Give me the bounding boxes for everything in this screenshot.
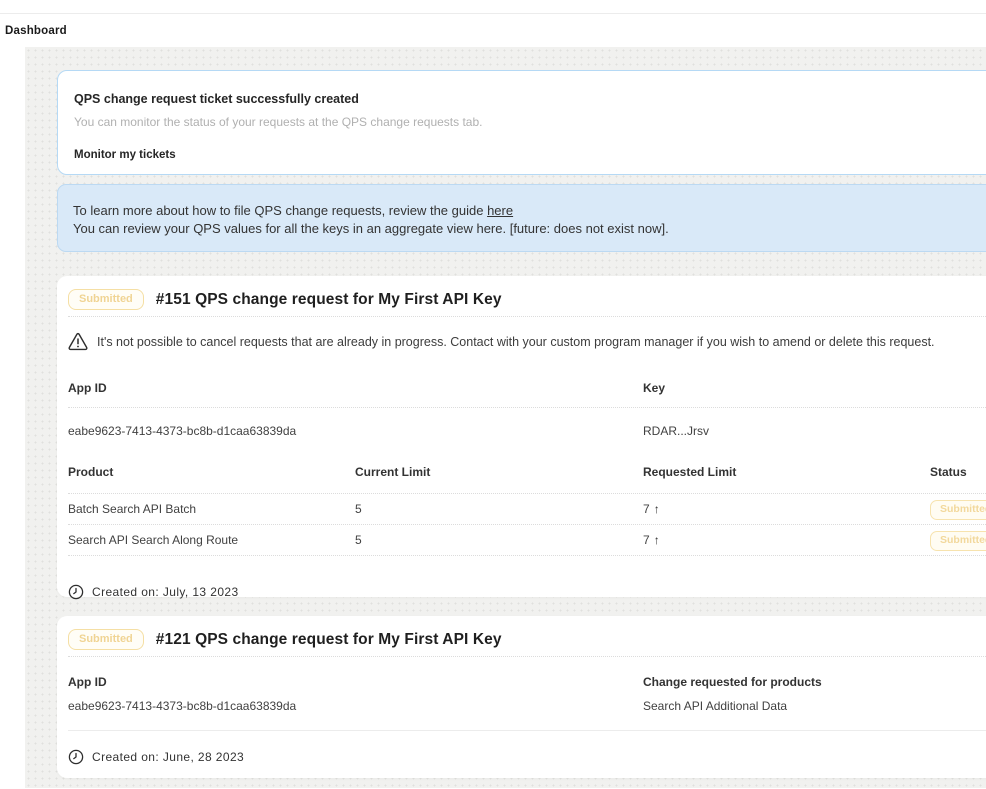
clock-icon bbox=[68, 749, 84, 765]
left-gutter bbox=[0, 47, 25, 788]
status-badge: Submitted bbox=[68, 289, 144, 310]
info-banner-line1-text: To learn more about how to file QPS chan… bbox=[73, 203, 487, 218]
increase-arrow-icon: ↑ bbox=[654, 502, 660, 516]
key-label: Key bbox=[643, 381, 986, 395]
increase-arrow-icon: ↑ bbox=[654, 533, 660, 547]
col-current-limit: Current Limit bbox=[355, 465, 643, 479]
requested-limit-value: 7↑ bbox=[643, 502, 930, 516]
key-value: RDAR...Jrsv bbox=[643, 424, 986, 438]
page-title: Dashboard bbox=[5, 25, 67, 37]
col-status: Status bbox=[930, 465, 986, 479]
requested-limit-number: 7 bbox=[643, 533, 650, 547]
col-product: Product bbox=[68, 465, 355, 479]
appid-key-header-row: App ID Key bbox=[68, 381, 986, 408]
products-value: Search API Additional Data bbox=[643, 699, 986, 713]
info-banner: To learn more about how to file QPS chan… bbox=[57, 184, 986, 252]
monitor-tickets-link[interactable]: Monitor my tickets bbox=[74, 149, 176, 161]
request-card-121: Submitted #121 QPS change request for My… bbox=[57, 616, 986, 778]
table-row: Search API Search Along Route 5 7↑ Submi… bbox=[68, 525, 986, 556]
guide-here-link[interactable]: here bbox=[487, 203, 513, 218]
products-table-header: Product Current Limit Requested Limit St… bbox=[68, 465, 986, 494]
success-subtitle: You can monitor the status of your reque… bbox=[74, 115, 986, 129]
created-on-text: Created on: June, 28 2023 bbox=[92, 750, 244, 764]
table-row: Batch Search API Batch 5 7↑ Submitted bbox=[68, 494, 986, 525]
app-id-label: App ID bbox=[68, 381, 643, 395]
requested-limit-value: 7↑ bbox=[643, 533, 930, 547]
created-on-row: Created on: June, 28 2023 bbox=[68, 749, 986, 765]
requested-limit-number: 7 bbox=[643, 502, 650, 516]
current-limit-value: 5 bbox=[355, 533, 643, 547]
app-id-value: eabe9623-7413-4373-bc8b-d1caa63839da bbox=[68, 699, 643, 713]
col-requested-limit: Requested Limit bbox=[643, 465, 930, 479]
request-121-body: App ID Change requested for products eab… bbox=[68, 657, 986, 731]
request-151-header: Submitted #151 QPS change request for My… bbox=[68, 276, 986, 317]
request-121-title: #121 QPS change request for My First API… bbox=[156, 631, 502, 649]
app-id-label: App ID bbox=[68, 675, 643, 689]
warning-triangle-icon bbox=[68, 332, 88, 351]
row-status-badge: Submitted bbox=[930, 531, 986, 551]
request-card-151: Submitted #151 QPS change request for My… bbox=[57, 276, 986, 597]
request-121-header: Submitted #121 QPS change request for My… bbox=[68, 616, 986, 657]
created-on-row: Created on: July, 13 2023 bbox=[68, 584, 986, 600]
created-on-text: Created on: July, 13 2023 bbox=[92, 585, 239, 599]
topbar: Dashboard bbox=[0, 14, 986, 47]
success-notification-card: QPS change request ticket successfully c… bbox=[57, 70, 986, 175]
current-limit-value: 5 bbox=[355, 502, 643, 516]
status-badge: Submitted bbox=[68, 629, 144, 650]
product-name: Batch Search API Batch bbox=[68, 502, 355, 516]
products-label: Change requested for products bbox=[643, 675, 986, 689]
appid-key-value-row: eabe9623-7413-4373-bc8b-d1caa63839da RDA… bbox=[68, 408, 986, 438]
product-name: Search API Search Along Route bbox=[68, 533, 355, 547]
warning-row: It's not possible to cancel requests tha… bbox=[68, 332, 986, 351]
main-content: QPS change request ticket successfully c… bbox=[25, 47, 986, 788]
info-banner-line2: You can review your QPS values for all t… bbox=[73, 220, 986, 238]
info-banner-line1: To learn more about how to file QPS chan… bbox=[73, 202, 986, 220]
app-id-value: eabe9623-7413-4373-bc8b-d1caa63839da bbox=[68, 424, 643, 438]
success-title: QPS change request ticket successfully c… bbox=[74, 92, 986, 106]
page-top-strip bbox=[0, 0, 986, 14]
request-151-title: #151 QPS change request for My First API… bbox=[156, 291, 502, 309]
row-status-badge: Submitted bbox=[930, 500, 986, 520]
clock-icon bbox=[68, 584, 84, 600]
warning-text: It's not possible to cancel requests tha… bbox=[97, 335, 935, 349]
